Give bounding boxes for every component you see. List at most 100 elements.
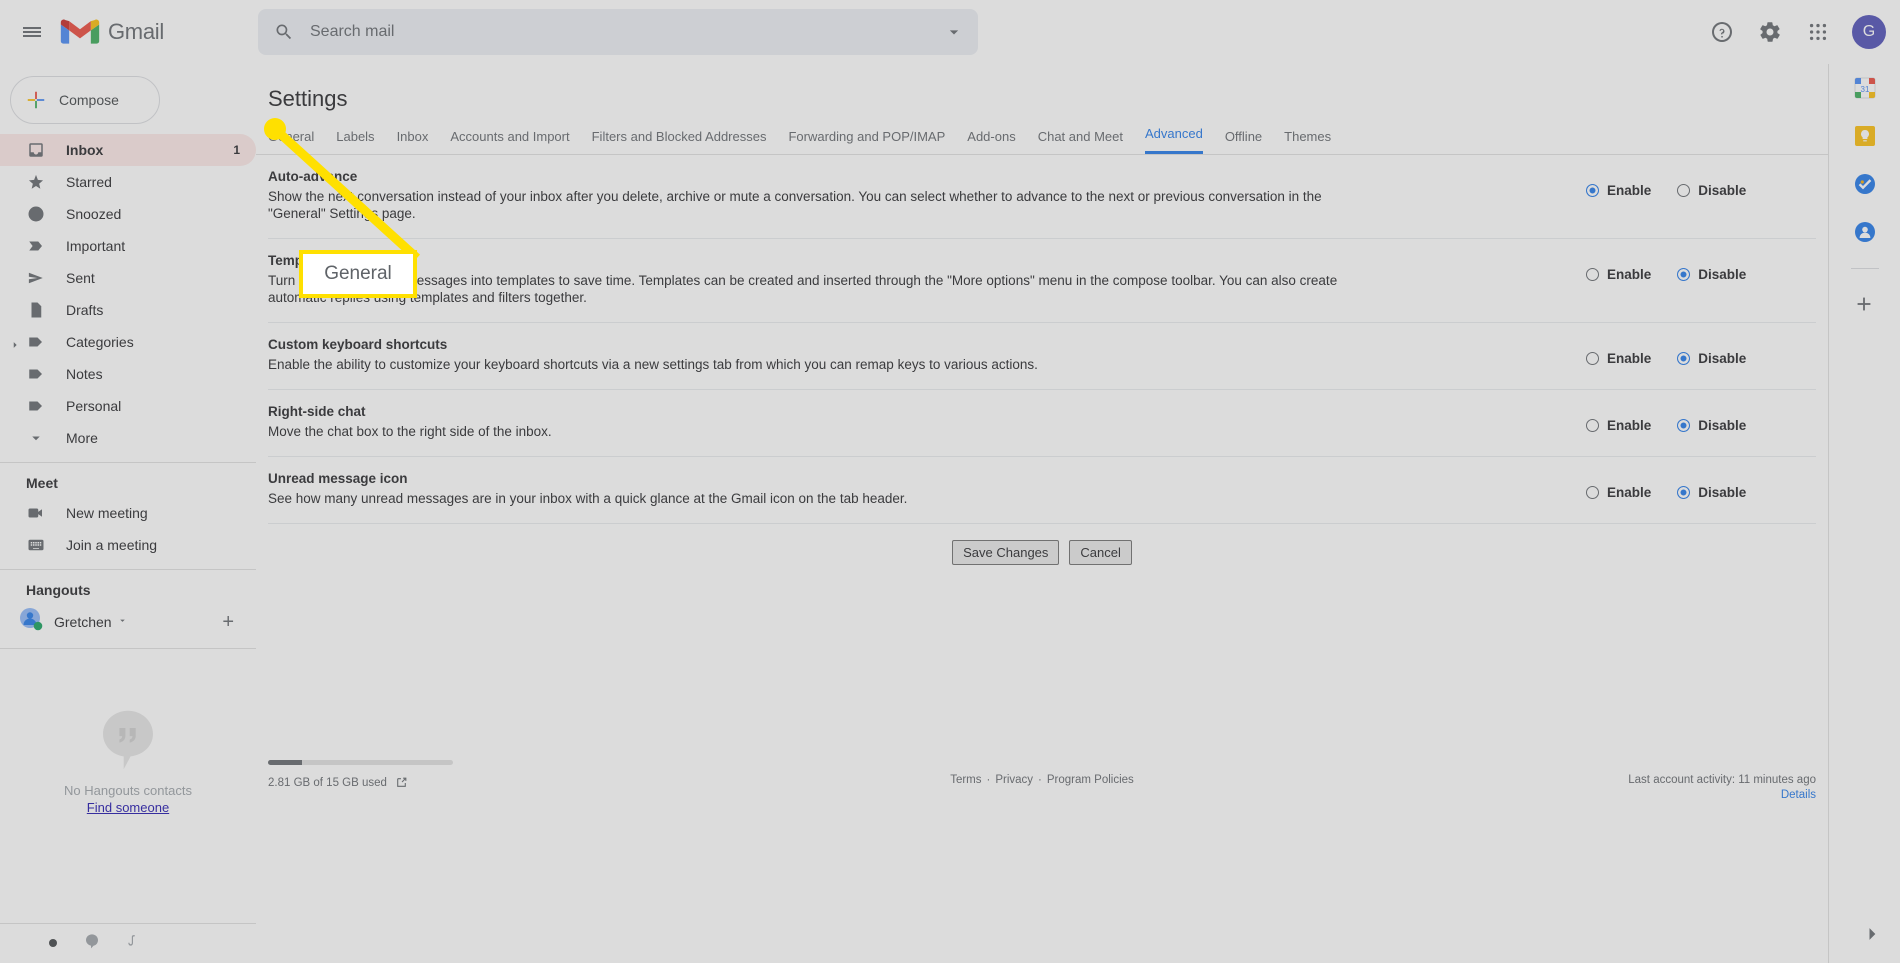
- hangouts-user-name: Gretchen: [54, 614, 112, 630]
- radio-enable[interactable]: [1586, 184, 1599, 197]
- radio-disable[interactable]: [1677, 268, 1691, 281]
- divider: [0, 569, 256, 570]
- hangouts-icon[interactable]: [84, 933, 100, 954]
- sidebar-item-important[interactable]: Important: [0, 230, 256, 262]
- tab-filters-and-blocked-addresses[interactable]: Filters and Blocked Addresses: [592, 129, 767, 154]
- templates-disable-option[interactable]: Disable: [1677, 267, 1746, 282]
- hamburger-icon[interactable]: [8, 8, 56, 56]
- unread-message-icon-enable-option[interactable]: Enable: [1586, 485, 1651, 500]
- search-icon: [276, 24, 292, 40]
- plus-icon[interactable]: +: [222, 611, 234, 634]
- sidebar-item-notes[interactable]: Notes: [0, 358, 256, 390]
- save-button[interactable]: Save Changes: [952, 540, 1060, 565]
- sidebar-item-categories[interactable]: Categories: [0, 326, 256, 358]
- sidebar-item-drafts[interactable]: Drafts: [0, 294, 256, 326]
- tab-accounts-and-import[interactable]: Accounts and Import: [450, 129, 569, 154]
- sidebar-item-snoozed[interactable]: Snoozed: [0, 198, 256, 230]
- google-keep-icon[interactable]: [1853, 124, 1877, 148]
- radio-enable[interactable]: [1586, 268, 1599, 281]
- help-circle-icon[interactable]: [1700, 10, 1744, 54]
- sidebar-item-personal[interactable]: Personal: [0, 390, 256, 422]
- avatar[interactable]: G: [1852, 15, 1886, 49]
- setting-row-unread-message-icon: Unread message icon See how many unread …: [268, 457, 1816, 524]
- unread-message-icon-disable-option[interactable]: Disable: [1677, 485, 1746, 500]
- plus-icon[interactable]: [1853, 293, 1877, 317]
- tab-forwarding-and-pop-imap[interactable]: Forwarding and POP/IMAP: [788, 129, 945, 154]
- google-calendar-icon[interactable]: 31: [1853, 76, 1877, 100]
- tab-chat-and-meet[interactable]: Chat and Meet: [1038, 129, 1123, 154]
- custom-keyboard-shortcuts-disable-option[interactable]: Disable: [1677, 351, 1746, 366]
- tab-offline[interactable]: Offline: [1225, 129, 1262, 154]
- footer: 2.81 GB of 15 GB used Terms · Privacy · …: [256, 760, 1828, 830]
- radio-disable[interactable]: [1677, 352, 1691, 365]
- radio-disable[interactable]: [1677, 184, 1691, 197]
- sidebar-item-inbox[interactable]: Inbox 1: [0, 134, 256, 166]
- sidebar-status-bar: [0, 923, 256, 963]
- tab-themes[interactable]: Themes: [1284, 129, 1331, 154]
- phone-icon[interactable]: [126, 933, 140, 954]
- right-side-chat-disable-option[interactable]: Disable: [1677, 418, 1746, 433]
- tab-advanced[interactable]: Advanced: [1144, 126, 1203, 154]
- cancel-button[interactable]: Cancel: [1069, 540, 1132, 565]
- tab-add-ons[interactable]: Add-ons: [967, 129, 1015, 154]
- chevron-down-icon[interactable]: [936, 14, 972, 50]
- external-link-icon[interactable]: [395, 776, 408, 792]
- search-bar[interactable]: [258, 9, 978, 55]
- search-input[interactable]: [308, 22, 936, 42]
- sidebar-item-label: Starred: [66, 174, 112, 190]
- custom-keyboard-shortcuts-enable-option[interactable]: Enable: [1586, 351, 1651, 366]
- terms-link[interactable]: Terms: [950, 774, 981, 786]
- right-side-chat-enable-option[interactable]: Enable: [1586, 418, 1651, 433]
- option-label: Disable: [1698, 485, 1747, 500]
- settings-action-buttons: Save Changes Cancel: [268, 524, 1816, 565]
- important-marker-icon: [26, 236, 46, 256]
- sidebar-item-label: Categories: [66, 334, 134, 350]
- sidebar-item-label: Drafts: [66, 302, 104, 318]
- top-bar: Gmail G: [0, 0, 1900, 64]
- hangouts-empty-state: No Hangouts contacts Find someone: [0, 709, 256, 815]
- setting-info: Right-side chat Move the chat box to the…: [268, 404, 1586, 440]
- sidebar-item-more[interactable]: More: [0, 422, 256, 454]
- gmail-brand[interactable]: Gmail: [60, 17, 164, 47]
- radio-enable[interactable]: [1586, 486, 1599, 499]
- storage-text: 2.81 GB of 15 GB used: [268, 777, 387, 789]
- option-label: Disable: [1698, 183, 1747, 198]
- compose-button[interactable]: Compose: [10, 76, 160, 124]
- sidebar-item-sent[interactable]: Sent: [0, 262, 256, 294]
- setting-description: See how many unread messages are in your…: [268, 491, 908, 506]
- auto-advance-disable-option[interactable]: Disable: [1677, 183, 1746, 198]
- chevron-right-icon[interactable]: [1862, 924, 1882, 949]
- status-dot-icon[interactable]: [48, 935, 58, 953]
- footer-links: Terms · Privacy · Program Policies: [950, 774, 1134, 786]
- svg-text:31: 31: [1860, 85, 1869, 94]
- chevron-right-icon[interactable]: [10, 337, 20, 348]
- google-contacts-icon[interactable]: [1853, 220, 1877, 244]
- setting-row-right-side-chat: Right-side chat Move the chat box to the…: [268, 390, 1816, 457]
- sidebar-item-starred[interactable]: Starred: [0, 166, 256, 198]
- setting-options: Enable Disable: [1586, 253, 1816, 282]
- label-tag-icon: [26, 364, 46, 384]
- radio-enable[interactable]: [1586, 419, 1599, 432]
- tab-labels[interactable]: Labels: [336, 129, 374, 154]
- auto-advance-enable-option[interactable]: Enable: [1586, 183, 1651, 198]
- sidebar-item-new-meeting[interactable]: New meeting: [0, 497, 256, 529]
- gear-icon[interactable]: [1748, 10, 1792, 54]
- setting-info: Templates Turn frequently written messag…: [268, 253, 1586, 306]
- caret-down-icon[interactable]: [117, 613, 128, 631]
- google-tasks-icon[interactable]: [1853, 172, 1877, 196]
- find-someone-link[interactable]: Find someone: [87, 800, 169, 815]
- sidebar-item-join-meeting[interactable]: Join a meeting: [0, 529, 256, 561]
- privacy-link[interactable]: Privacy: [995, 774, 1033, 786]
- templates-enable-option[interactable]: Enable: [1586, 267, 1651, 282]
- apps-grid-icon[interactable]: [1796, 10, 1840, 54]
- option-label: Enable: [1607, 351, 1652, 366]
- setting-info: Auto-advance Show the next conversation …: [268, 169, 1586, 222]
- program-policies-link[interactable]: Program Policies: [1047, 774, 1134, 786]
- radio-disable[interactable]: [1677, 486, 1691, 499]
- send-icon: [26, 268, 46, 288]
- details-link[interactable]: Details: [1628, 789, 1816, 801]
- tab-inbox[interactable]: Inbox: [397, 129, 429, 154]
- radio-enable[interactable]: [1586, 352, 1599, 365]
- hangouts-user-row[interactable]: Gretchen +: [0, 604, 256, 640]
- radio-disable[interactable]: [1677, 419, 1691, 432]
